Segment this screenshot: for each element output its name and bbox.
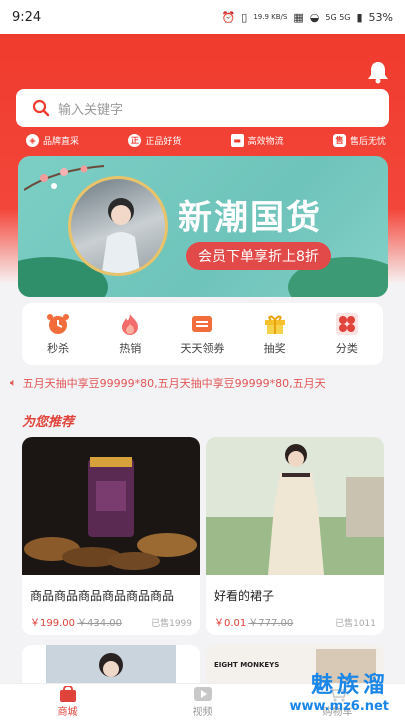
status-time: 9:24 — [12, 9, 42, 25]
product-price-row: ￥0.01 ￥777.00 已售1011 — [214, 614, 376, 629]
battery-level: 53% — [368, 10, 393, 24]
gift-icon — [264, 315, 285, 334]
banner-subtitle: 会员下单享折上8折 — [186, 242, 331, 270]
banner-model-photo — [68, 176, 168, 276]
watermark: 魅族溜 www.mz6.net — [289, 667, 389, 714]
product-sold-count: 已售1011 — [335, 619, 376, 629]
product-original-price: ￥777.00 — [248, 618, 294, 629]
feature-logistics: ▬ 高效物流 — [230, 134, 284, 147]
product-original-price: ￥434.00 — [77, 618, 122, 629]
svg-text:EIGHT MONKEYS: EIGHT MONKEYS — [214, 661, 279, 669]
section-title-recommend: 为您推荐 — [22, 415, 75, 430]
category-classify[interactable]: 分类 — [317, 312, 377, 356]
speaker-icon: 🔈︎ — [10, 376, 17, 389]
status-bar: 9:24 ⏰ ▯ 19.9 KB/S ▦ ◒ 5G 5G ▮ 53% — [0, 0, 405, 34]
grid-icon — [335, 313, 358, 335]
promo-banner[interactable]: 新潮国货 会员下单享折上8折 — [18, 156, 388, 297]
search-icon — [32, 99, 50, 117]
category-lottery[interactable]: 抽奖 — [245, 312, 305, 356]
category-label: 热销 — [119, 342, 142, 355]
qr-icon: ▦ — [293, 10, 304, 24]
network-speed: 19.9 KB/S — [253, 13, 288, 21]
flame-icon — [122, 314, 139, 335]
wifi-icon: ◒ — [309, 10, 320, 24]
feature-label: 高效物流 — [247, 137, 284, 147]
category-flash-sale[interactable]: 秒杀 — [28, 312, 88, 356]
alarm-clock-icon — [47, 314, 70, 334]
signal-label: 5G 5G — [325, 12, 351, 22]
feature-label: 正品好货 — [145, 137, 182, 147]
category-label: 秒杀 — [47, 342, 70, 355]
product-name: 好看的裙子 — [214, 589, 275, 603]
watermark-brand: 魅族溜 — [310, 673, 389, 698]
category-label: 天天领券 — [180, 342, 225, 355]
feature-strip: ◈ 品牌直采 正 正品好货 ▬ 高效物流 售 售后无忧 — [26, 134, 386, 147]
feature-label: 品牌直采 — [43, 137, 80, 147]
product-card[interactable]: 商品商品商品商品商品商品 ￥199.00 ￥434.00 已售1999 — [22, 437, 200, 635]
play-icon — [193, 687, 212, 701]
category-label: 抽奖 — [263, 342, 286, 355]
tab-video[interactable]: 视频 — [168, 686, 238, 718]
after-sale-icon: 售 — [332, 134, 346, 147]
search-input[interactable]: 输入关键字 — [58, 99, 123, 118]
feature-label: 售后无忧 — [349, 137, 386, 147]
category-label: 分类 — [335, 342, 358, 355]
search-bar[interactable]: 输入关键字 — [16, 89, 389, 127]
coupon-icon — [192, 316, 213, 332]
product-name: 商品商品商品商品商品商品 — [30, 589, 175, 603]
product-card[interactable]: 好看的裙子 ￥0.01 ￥777.00 已售1011 — [206, 437, 384, 635]
product-price: ￥0.01 — [214, 618, 247, 629]
marquee-text: 五月天抽中享豆99999*80,五月天抽中享豆99999*80,五月天 — [22, 377, 326, 390]
feature-genuine: 正 正品好货 — [128, 134, 181, 147]
truck-icon: ▬ — [230, 134, 244, 147]
category-coupon[interactable]: 天天领券 — [172, 312, 232, 356]
category-hot[interactable]: 热销 — [100, 312, 160, 356]
genuine-icon: 正 — [128, 134, 142, 147]
tab-label: 商城 — [57, 707, 78, 718]
tag-icon: ◈ — [26, 134, 39, 147]
tab-mall[interactable]: 商城 — [33, 686, 103, 718]
category-row: 秒杀 热销 天天领券 抽奖 分类 — [22, 303, 383, 365]
bell-icon[interactable] — [365, 60, 391, 84]
product-price: ￥199.00 — [30, 618, 75, 629]
product-image — [22, 437, 200, 575]
tab-label: 视频 — [192, 707, 213, 718]
shopping-bag-icon — [59, 686, 76, 702]
announcement-marquee[interactable]: 🔈︎ 五月天抽中享豆99999*80,五月天抽中享豆99999*80,五月天 — [0, 372, 405, 394]
banner-title: 新潮国货 — [178, 198, 322, 238]
vibrate-icon: ▯ — [241, 10, 248, 24]
status-icons: ⏰ ▯ 19.9 KB/S ▦ ◒ 5G 5G ▮ 53% — [222, 11, 393, 24]
product-sold-count: 已售1999 — [151, 619, 192, 629]
feature-brand-direct: ◈ 品牌直采 — [26, 134, 79, 147]
product-image — [206, 437, 384, 575]
product-price-row: ￥199.00 ￥434.00 已售1999 — [30, 614, 192, 629]
feature-after-sale: 售 售后无忧 — [332, 134, 386, 147]
watermark-url: www.mz6.net — [289, 699, 389, 714]
battery-icon: ▮ — [356, 10, 363, 24]
alarm-status-icon: ⏰ — [221, 10, 236, 24]
